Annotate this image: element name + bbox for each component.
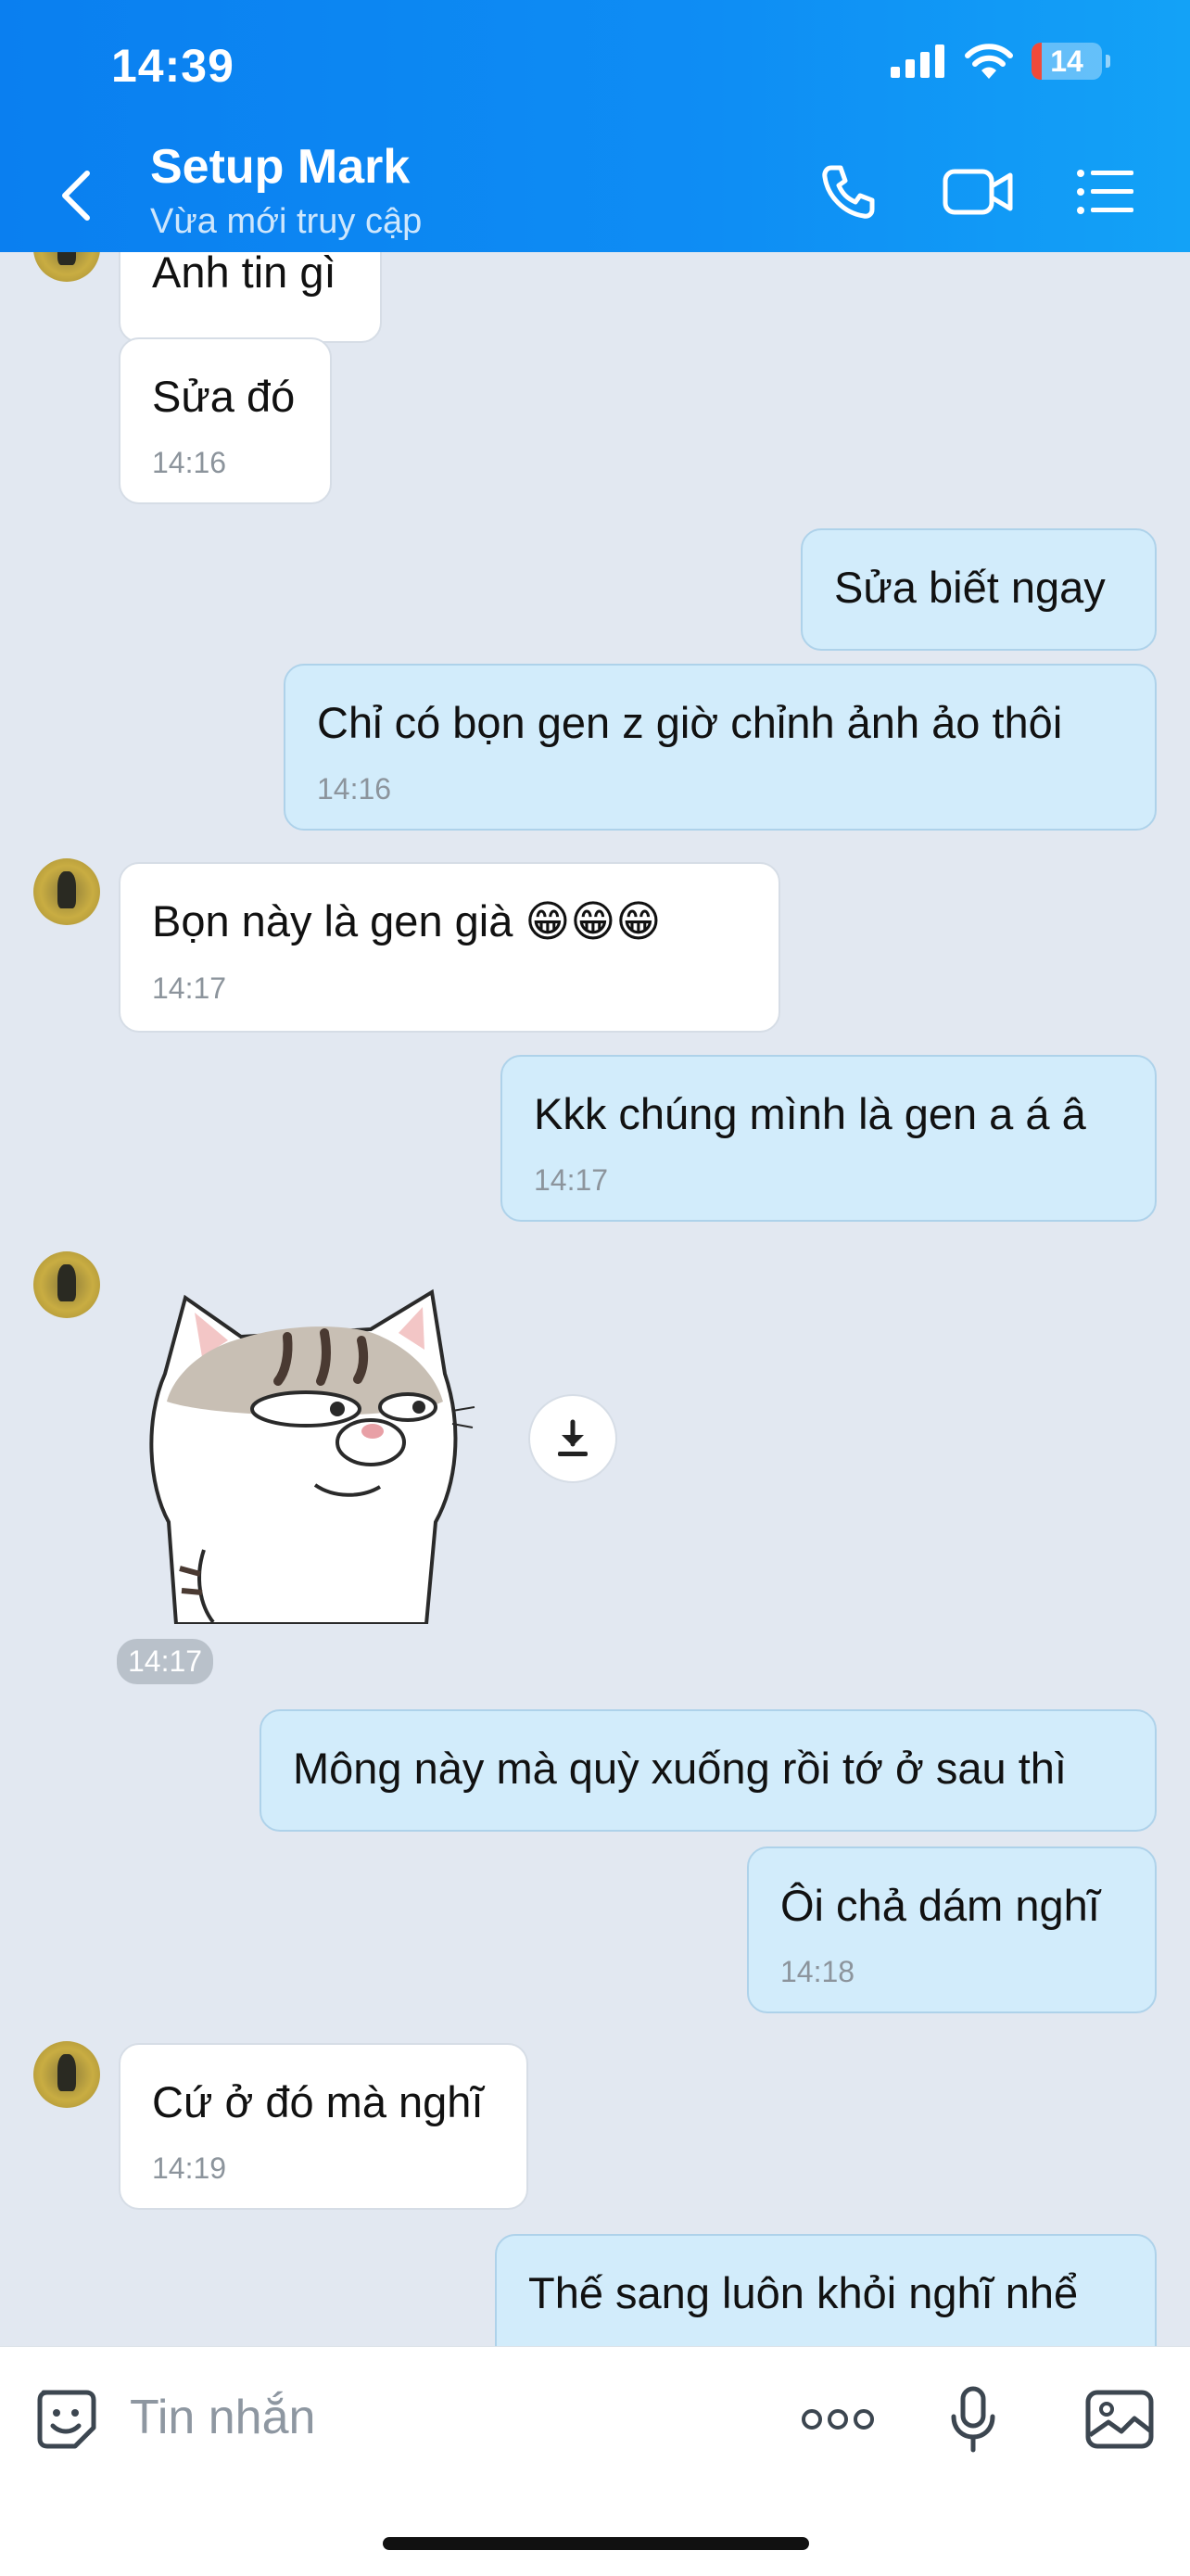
more-dots-icon [802, 2409, 874, 2430]
back-button[interactable] [57, 163, 104, 228]
contact-status: Vừa mới truy cập [150, 202, 423, 241]
wifi-icon [965, 44, 1013, 79]
message-text: Cứ ở đó mà nghĩ [152, 2077, 484, 2126]
message-text: Thế sang luôn khỏi nghĩ nhể [528, 2268, 1079, 2317]
message-time: 14:17 [534, 1163, 609, 1197]
message-bubble-outgoing[interactable]: Kkk chúng mình là gen a á â 14:17 [500, 1055, 1157, 1222]
message-text: Kkk chúng mình là gen a á â [534, 1089, 1086, 1138]
battery-indicator: 14 [1032, 43, 1102, 80]
voice-message-button[interactable] [936, 2382, 1010, 2456]
cat-sticker[interactable] [130, 1272, 500, 1624]
message-time: 14:17 [152, 971, 227, 1005]
message-time: 14:16 [152, 446, 227, 479]
status-time: 14:39 [111, 40, 234, 92]
message-text: Ôi chả dám nghĩ [780, 1881, 1100, 1930]
more-options-button[interactable] [801, 2382, 875, 2456]
message-bubble-outgoing[interactable]: Mông này mà quỳ xuống rồi tớ ở sau thì [260, 1709, 1157, 1832]
back-icon [62, 171, 90, 221]
message-text: Mông này mà quỳ xuống rồi tớ ở sau thì [293, 1744, 1067, 1793]
video-call-icon [943, 169, 1013, 215]
menu-button[interactable] [1073, 159, 1138, 224]
menu-list-icon [1077, 170, 1133, 214]
voice-call-button[interactable] [816, 159, 880, 224]
avatar[interactable] [33, 2041, 100, 2108]
cellular-signal-icon [891, 44, 944, 78]
message-bubble-incoming[interactable]: Cứ ở đó mà nghĩ 14:19 [119, 2043, 528, 2210]
photo-button[interactable] [1082, 2382, 1157, 2456]
avatar[interactable] [33, 252, 100, 282]
message-bubble-incoming[interactable]: Anh tin gì [119, 252, 382, 343]
sticker-time: 14:17 [117, 1639, 214, 1684]
message-text: Anh tin gì [152, 252, 336, 297]
message-time: 14:18 [780, 1955, 855, 1988]
avatar[interactable] [33, 1251, 100, 1318]
download-icon [558, 1419, 588, 1456]
message-bubble-outgoing[interactable]: Thế sang luôn khỏi nghĩ nhể [495, 2234, 1157, 2346]
home-indicator [383, 2537, 809, 2550]
message-text: Chỉ có bọn gen z giờ chỉnh ảnh ảo thôi [317, 698, 1063, 747]
message-input[interactable]: Tin nhắn [130, 2390, 315, 2445]
message-bubble-outgoing[interactable]: Sửa biết ngay [801, 528, 1157, 651]
phone-icon [822, 165, 875, 219]
status-indicators: 14 [891, 43, 1110, 80]
message-time: 14:16 [317, 772, 392, 806]
avatar[interactable] [33, 858, 100, 925]
message-bubble-outgoing[interactable]: Ôi chả dám nghĩ 14:18 [747, 1846, 1157, 2013]
message-time: 14:19 [152, 2151, 227, 2185]
image-gallery-icon [1085, 2390, 1154, 2449]
emoji-sticker-icon [37, 2390, 96, 2449]
message-bubble-outgoing[interactable]: Chỉ có bọn gen z giờ chỉnh ảnh ảo thôi 1… [284, 664, 1157, 831]
contact-name[interactable]: Setup Mark [150, 139, 410, 195]
sticker-button[interactable] [30, 2382, 104, 2456]
message-text: Sửa biết ngay [834, 563, 1106, 612]
microphone-icon [951, 2386, 995, 2453]
message-list[interactable]: Anh tin gì Sửa đó 14:16 Sửa biết ngay Ch… [0, 252, 1190, 2346]
chat-header: 14:39 14 Setup Mark Vừa mới truy cập [0, 0, 1190, 252]
battery-level: 14 [1050, 44, 1083, 78]
message-text: Bọn này là gen già 😁😁😁 [152, 896, 662, 945]
message-text: Sửa đó [152, 372, 296, 421]
video-call-button[interactable] [942, 159, 1016, 224]
message-bubble-incoming[interactable]: Bọn này là gen già 😁😁😁 14:17 [119, 862, 780, 1033]
message-bubble-incoming[interactable]: Sửa đó 14:16 [119, 337, 332, 504]
download-button[interactable] [528, 1394, 617, 1483]
